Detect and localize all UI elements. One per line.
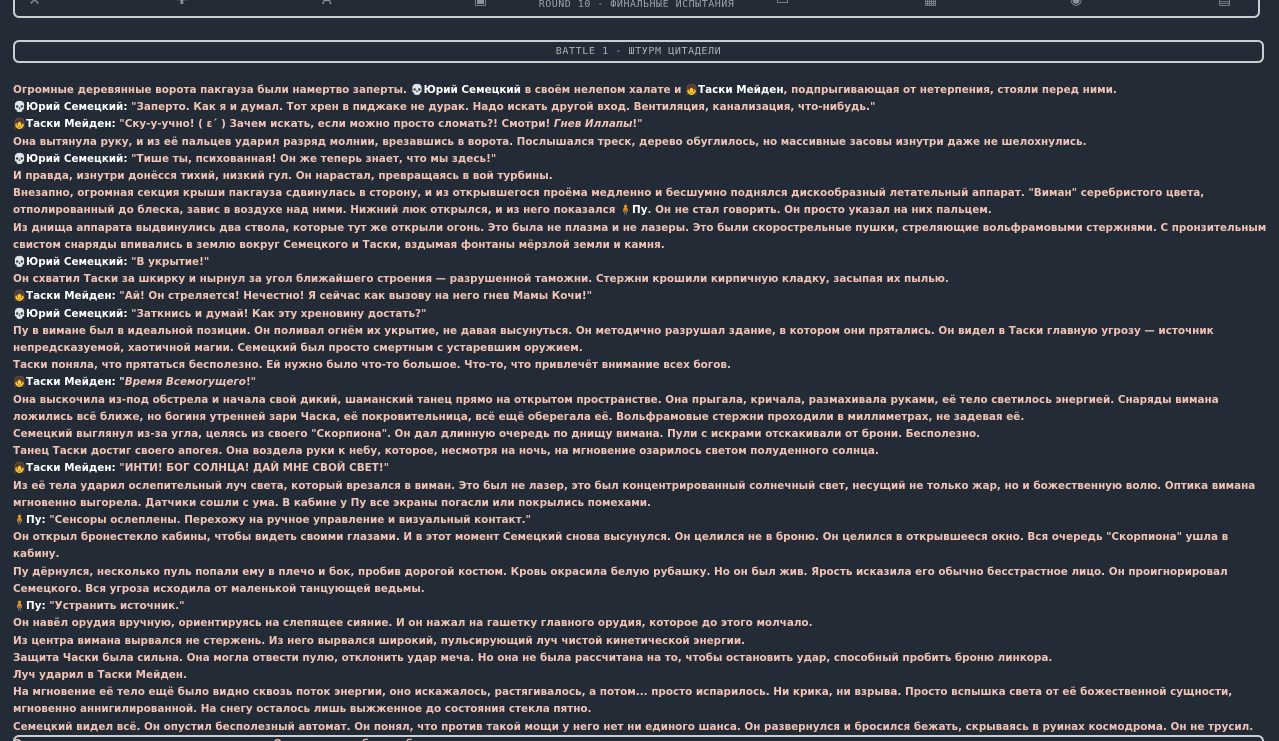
dialogue-line: 👧Таски Мейден: "Ску-у-учно! ( ε´ ) Зачем… bbox=[13, 116, 1268, 133]
speaker-yuriy: Юрий Семецкий bbox=[26, 152, 124, 165]
dialogue-line: 👧Таски Мейден: "ИНТИ! БОГ СОЛНЦА! ДАЙ МН… bbox=[13, 460, 1268, 477]
girl-icon: 👧 bbox=[13, 290, 26, 303]
story-paragraph: Она выскочила из-под обстрела и начала с… bbox=[13, 393, 1219, 423]
dialogue-line: 🧍Пу: "Устранить источник." bbox=[13, 598, 1268, 615]
story-paragraph: Из центра вимана вырвался не стержень. И… bbox=[13, 634, 746, 647]
speaker-pu: Пу bbox=[26, 514, 42, 527]
story-paragraph: На мгновение её тело ещё было видно скво… bbox=[13, 686, 1233, 716]
story-paragraph: Пу в вимане был в идеальной позиции. Он … bbox=[13, 324, 1214, 355]
girl-icon: 👧 bbox=[13, 462, 26, 475]
skull-icon: 💀 bbox=[410, 84, 424, 96]
dialogue-line: 💀Юрий Семецкий: "Тише ты, психованная! О… bbox=[13, 151, 1268, 168]
story-paragraph: Пу дёрнулся, несколько пуль попали ему в… bbox=[13, 565, 1228, 595]
story-paragraph: Таски поняла, что прятаться бесполезно. … bbox=[13, 359, 731, 372]
story-paragraph: Она вытянула руку, и из её пальцев удари… bbox=[13, 135, 1087, 148]
story-paragraph: Огромные деревянные ворота пакгауза были… bbox=[13, 82, 1268, 99]
speaker-tasky: Таски Мейден bbox=[26, 462, 112, 475]
skull-icon: 💀 bbox=[13, 101, 26, 114]
previous-section-title: ROUND 10 - ФИНАЛЬНЫЕ ИСПЫТАНИЯ bbox=[538, 0, 735, 10]
speaker-tasky: Таски Мейден bbox=[26, 376, 112, 389]
speaker-yuriy: Юрий Семецкий bbox=[26, 256, 124, 269]
battle-title: BATTLE 1 - ШТУРМ ЦИТАДЕЛИ bbox=[13, 40, 1264, 63]
skull-icon: 💀 bbox=[13, 307, 26, 320]
dialogue-line: 💀Юрий Семецкий: "Заткнись и думай! Как э… bbox=[13, 306, 1268, 323]
pu-icon: 🧍 bbox=[13, 514, 26, 527]
story-paragraph: И правда, изнутри донёсся тихий, низкий … bbox=[13, 170, 553, 183]
speaker-yuriy: Юрий Семецкий bbox=[26, 101, 124, 114]
dialogue-line: 🧍Пу: "Сенсоры ослеплены. Перехожу на руч… bbox=[13, 512, 1268, 529]
story-paragraph: Он схватил Таски за шкирку и нырнул за у… bbox=[13, 273, 949, 286]
girl-icon: 👧 bbox=[13, 376, 26, 389]
dialogue-line: 💀Юрий Семецкий: "Заперто. Как я и думал.… bbox=[13, 99, 1268, 116]
story-paragraph: Защита Часки была сильна. Она могла отве… bbox=[13, 651, 1053, 664]
skull-icon: 💀 bbox=[13, 152, 26, 165]
story-paragraph: Семецкий выглянул из-за угла, целясь из … bbox=[13, 428, 981, 441]
speaker-tasky: Таски Мейден bbox=[698, 84, 784, 96]
pu-icon: 🧍 bbox=[619, 204, 632, 217]
previous-section-block: ROUND 10 - ФИНАЛЬНЫЕ ИСПЫТАНИЯ bbox=[13, 0, 1260, 18]
dialogue-line: 👧Таски Мейден: "Время Всемогущего!" bbox=[13, 374, 1268, 391]
story-paragraph: Из её тела ударил ослепительный луч свет… bbox=[13, 479, 1256, 509]
dialogue-line: 💀Юрий Семецкий: "В укрытие!" bbox=[13, 254, 1268, 271]
speaker-yuriy: Юрий Семецкий bbox=[423, 84, 521, 96]
speaker-pu: Пу bbox=[632, 204, 648, 217]
story-paragraph: Луч ударил в Таски Мейден. bbox=[13, 668, 187, 681]
girl-icon: 👧 bbox=[685, 84, 698, 96]
speaker-tasky: Таски Мейден bbox=[26, 118, 112, 131]
story-paragraph: Из днища аппарата выдвинулись два ствола… bbox=[13, 221, 1267, 251]
speaker-tasky: Таски Мейден bbox=[26, 290, 112, 303]
story-text: Огромные деревянные ворота пакгауза были… bbox=[13, 82, 1268, 741]
story-paragraph: Он открыл бронестекло кабины, чтобы виде… bbox=[13, 531, 1229, 561]
skull-icon: 💀 bbox=[13, 256, 26, 269]
story-paragraph: Танец Таски достиг своего апогея. Она во… bbox=[13, 445, 879, 458]
story-paragraph: Внезапно, огромная секция крыши пакгауза… bbox=[13, 185, 1268, 219]
dialogue-line: 👧Таски Мейден: "Ай! Он стреляется! Нечес… bbox=[13, 288, 1268, 305]
pu-icon: 🧍 bbox=[13, 600, 26, 613]
girl-icon: 👧 bbox=[13, 118, 26, 131]
story-paragraph: Он навёл орудия вручную, ориентируясь на… bbox=[13, 617, 813, 630]
speaker-pu: Пу bbox=[26, 600, 42, 613]
speaker-yuriy: Юрий Семецкий bbox=[26, 307, 124, 320]
next-section-block bbox=[13, 735, 1264, 741]
